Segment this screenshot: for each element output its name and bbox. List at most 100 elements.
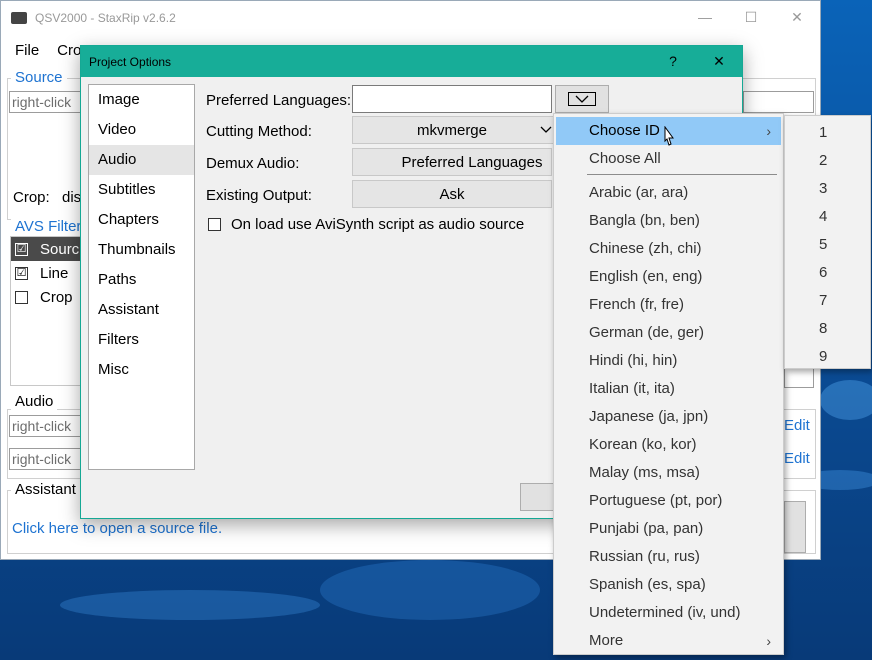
menu-item-more[interactable]: More ›	[556, 627, 781, 655]
menu-item-language[interactable]: French (fr, fre)	[556, 291, 781, 319]
submenu-item-id[interactable]: 7	[787, 287, 868, 315]
assistant-group-label: Assistant	[11, 481, 80, 498]
menu-item-choose-all[interactable]: Choose All	[556, 145, 781, 173]
cutting-method-label: Cutting Method:	[206, 123, 312, 140]
dialog-title: Project Options	[89, 54, 172, 69]
avs-filter-row[interactable]: Crop	[11, 285, 81, 309]
desktop-streak	[320, 560, 540, 620]
chevron-right-icon: ›	[766, 123, 771, 139]
menu-item-language[interactable]: Arabic (ar, ara)	[556, 179, 781, 207]
nav-item-paths[interactable]: Paths	[89, 265, 194, 295]
chevron-down-icon	[540, 126, 551, 133]
checkbox-icon[interactable]: ☑	[15, 266, 28, 280]
avs-filter-list[interactable]: ☑ Sourc ☑ Line Crop	[10, 236, 82, 386]
cutting-method-select[interactable]: mkvmerge	[352, 116, 552, 144]
nav-item-video[interactable]: Video	[89, 115, 194, 145]
menu-item-language[interactable]: English (en, eng)	[556, 263, 781, 291]
assistant-next-button[interactable]	[784, 501, 806, 553]
avisynth-audio-source-option[interactable]: On load use AviSynth script as audio sou…	[208, 216, 524, 233]
preferred-languages-menu-button[interactable]	[555, 85, 609, 113]
menu-item-language[interactable]: Malay (ms, msa)	[556, 459, 781, 487]
window-title: QSV2000 - StaxRip v2.6.2	[35, 10, 176, 25]
source-input[interactable]: right-click	[9, 91, 89, 113]
audio-track-2-input[interactable]: right-click	[9, 448, 89, 470]
avs-filter-label: Sourc	[40, 240, 80, 258]
cutting-method-value: mkvmerge	[416, 121, 487, 139]
checkbox-icon[interactable]	[15, 290, 28, 304]
close-button[interactable]: ✕	[774, 9, 820, 26]
avisynth-audio-source-label: On load use AviSynth script as audio sou…	[231, 216, 525, 233]
menu-item-language[interactable]: German (de, ger)	[556, 319, 781, 347]
submenu-item-id[interactable]: 2	[787, 147, 868, 175]
menu-item-language[interactable]: Russian (ru, rus)	[556, 543, 781, 571]
menu-item-language[interactable]: Spanish (es, spa)	[556, 571, 781, 599]
existing-output-select[interactable]: Ask	[352, 180, 552, 208]
checkbox-icon[interactable]: ☑	[15, 242, 28, 256]
avs-filter-label: Line	[40, 264, 69, 282]
help-button[interactable]: ?	[650, 53, 696, 70]
desktop-streak	[60, 590, 320, 620]
preferred-languages-label: Preferred Languages:	[206, 92, 352, 109]
options-nav-list[interactable]: Image Video Audio Subtitles Chapters Thu…	[88, 84, 195, 470]
menu-item-language[interactable]: Punjabi (pa, pan)	[556, 515, 781, 543]
crop-label: Crop:	[13, 189, 50, 206]
menu-item-language[interactable]: Undetermined (iv, und)	[556, 599, 781, 627]
existing-output-label: Existing Output:	[206, 187, 312, 204]
nav-item-audio[interactable]: Audio	[89, 145, 194, 175]
dialog-titlebar: Project Options ? ✕	[81, 46, 742, 77]
nav-item-thumbnails[interactable]: Thumbnails	[89, 235, 194, 265]
submenu-item-id[interactable]: 5	[787, 231, 868, 259]
mouse-cursor-icon	[664, 126, 674, 146]
audio-group-label: Audio	[11, 393, 58, 410]
existing-output-value: Ask	[439, 185, 465, 203]
menu-item-language[interactable]: Chinese (zh, chi)	[556, 235, 781, 263]
menu-separator	[587, 174, 777, 175]
assistant-message-link[interactable]: Click here to open a source file.	[12, 520, 222, 537]
nav-item-subtitles[interactable]: Subtitles	[89, 175, 194, 205]
avs-filter-row[interactable]: ☑ Sourc	[11, 237, 81, 261]
nav-item-image[interactable]: Image	[89, 85, 194, 115]
menu-item-language[interactable]: Bangla (bn, ben)	[556, 207, 781, 235]
menu-item-language[interactable]: Korean (ko, kor)	[556, 431, 781, 459]
preferred-languages-input[interactable]	[352, 85, 552, 113]
nav-item-assistant[interactable]: Assistant	[89, 295, 194, 325]
menu-item-label: Choose ID	[589, 122, 660, 139]
choose-id-submenu: 1 2 3 4 5 6 7 8 9	[784, 115, 871, 369]
source-input-right[interactable]	[743, 91, 814, 113]
app-icon	[11, 11, 27, 24]
avs-filter-label: Crop	[40, 288, 73, 306]
language-context-menu: Choose ID › Choose All Arabic (ar, ara) …	[553, 113, 784, 655]
submenu-item-id[interactable]: 4	[787, 203, 868, 231]
dialog-close-button[interactable]: ✕	[696, 53, 742, 70]
nav-item-misc[interactable]: Misc	[89, 355, 194, 385]
nav-item-chapters[interactable]: Chapters	[89, 205, 194, 235]
demux-audio-select[interactable]: Preferred Languages	[352, 148, 552, 176]
source-group-label: Source	[11, 69, 67, 86]
chevron-down-icon	[568, 92, 596, 106]
audio-edit-1-link[interactable]: Edit	[784, 417, 810, 434]
menu-item-language[interactable]: Hindi (hi, hin)	[556, 347, 781, 375]
menu-item-label: More	[589, 632, 624, 649]
minimize-button[interactable]: —	[682, 9, 728, 26]
avs-filter-row[interactable]: ☑ Line	[11, 261, 81, 285]
audio-track-1-input[interactable]: right-click	[9, 415, 89, 437]
menu-file[interactable]: File	[6, 42, 48, 59]
menu-item-language[interactable]: Italian (it, ita)	[556, 375, 781, 403]
submenu-item-id[interactable]: 6	[787, 259, 868, 287]
avisynth-audio-source-checkbox[interactable]	[208, 218, 221, 231]
nav-item-filters[interactable]: Filters	[89, 325, 194, 355]
menu-item-language[interactable]: Portuguese (pt, por)	[556, 487, 781, 515]
demux-audio-label: Demux Audio:	[206, 155, 300, 172]
submenu-item-id[interactable]: 1	[787, 119, 868, 147]
demux-audio-value: Preferred Languages	[401, 153, 543, 171]
main-titlebar: QSV2000 - StaxRip v2.6.2 — ☐ ✕	[1, 1, 820, 34]
audio-edit-2-link[interactable]: Edit	[784, 450, 810, 467]
desktop-streak	[820, 380, 872, 420]
crop-value: dis	[62, 189, 82, 206]
menu-item-language[interactable]: Japanese (ja, jpn)	[556, 403, 781, 431]
submenu-item-id[interactable]: 3	[787, 175, 868, 203]
submenu-item-id[interactable]: 9	[787, 343, 868, 371]
chevron-right-icon: ›	[766, 633, 771, 649]
maximize-button[interactable]: ☐	[728, 9, 774, 26]
submenu-item-id[interactable]: 8	[787, 315, 868, 343]
